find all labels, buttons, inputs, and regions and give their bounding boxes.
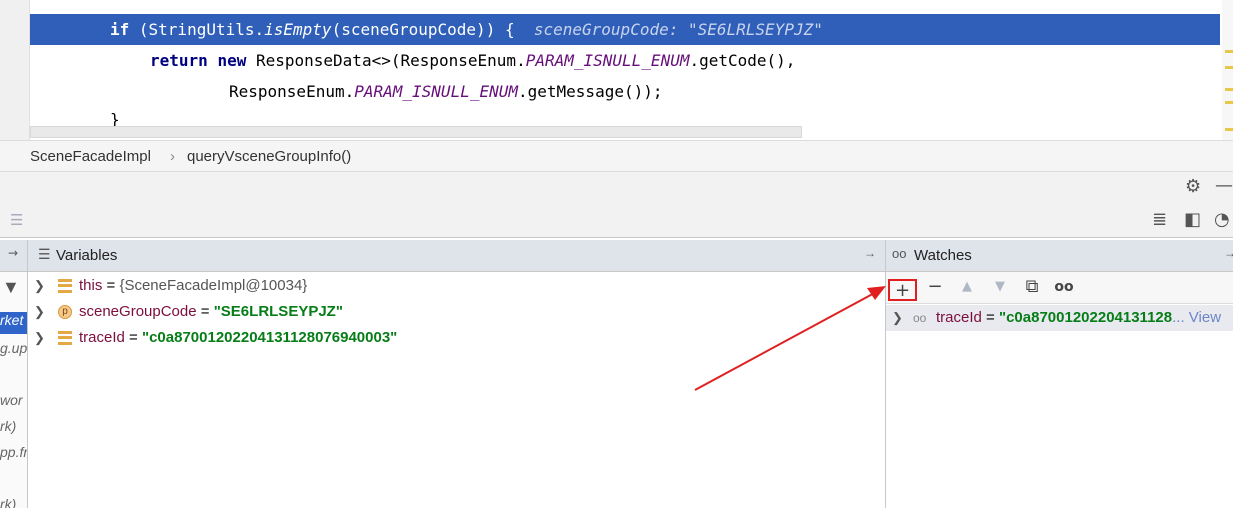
add-watch-button[interactable]: + (888, 279, 917, 301)
ide-window: if (StringUtils.isEmpty(sceneGroupCode))… (0, 0, 1233, 508)
field-icon (58, 331, 72, 345)
gear-icon[interactable]: ⚙ (1185, 177, 1201, 197)
watches-header: oo Watches → (886, 240, 1233, 272)
variables-icon: ☰ (38, 246, 51, 262)
variables-tree: ❯ this = {SceneFacadeImpl@10034} ❯ p sce… (28, 272, 885, 508)
variable-row[interactable]: ❯ traceId = "c0a870012022041311280769400… (28, 325, 885, 351)
frames-list-icon[interactable]: ≣ (1152, 210, 1167, 230)
glasses-icon: oo (913, 311, 927, 325)
pin-icon[interactable]: → (8, 246, 18, 260)
marker[interactable] (1225, 50, 1233, 53)
remove-watch-button[interactable]: − (923, 277, 947, 299)
inline-value-hint: sceneGroupCode: "SE6LRLSEYPJZ" (533, 20, 823, 39)
variable-row[interactable]: ❯ this = {SceneFacadeImpl@10034} (28, 273, 885, 299)
pin-icon[interactable]: → (1224, 246, 1233, 260)
watches-title: Watches (914, 247, 972, 264)
copy-icon[interactable]: ⧉ (1020, 277, 1044, 299)
code-editor[interactable]: if (StringUtils.isEmpty(sceneGroupCode))… (0, 0, 1233, 140)
variable-row[interactable]: ❯ p sceneGroupCode = "SE6LRLSEYPJZ" (28, 299, 885, 325)
frame-item[interactable]: rk) (0, 418, 16, 434)
variables-title: Variables (56, 247, 118, 264)
code-line-if[interactable]: if (StringUtils.isEmpty(sceneGroupCode))… (30, 14, 1220, 45)
breadcrumb-separator: › (170, 148, 175, 165)
expand-chevron-icon[interactable]: ❯ (34, 325, 45, 351)
watches-tree: ❯ oo traceId = "c0a87001202204131128... … (886, 304, 1233, 508)
keyword-if: if (110, 20, 130, 39)
expand-chevron-icon[interactable]: ❯ (892, 305, 903, 331)
parameter-icon: p (58, 305, 72, 319)
filter-icon[interactable]: ▼ (0, 277, 20, 298)
frames-header: → (0, 240, 27, 272)
code-line-message[interactable]: ResponseEnum.PARAM_ISNULL_ENUM.getMessag… (30, 76, 1220, 107)
move-down-button[interactable]: ▼ (988, 277, 1012, 299)
gauge-icon[interactable]: ◔ (1214, 210, 1230, 230)
frames-panel: → ▼ rket g.up wor rk) pp.fr rk) (0, 240, 28, 508)
frame-item-selected[interactable]: rket (0, 312, 27, 334)
error-stripe[interactable] (1222, 0, 1233, 140)
glasses-icon[interactable]: oo (1052, 277, 1076, 299)
watches-toolbar: + − ▲ ▼ ⧉ oo (886, 272, 1233, 304)
editor-gutter[interactable] (0, 0, 30, 140)
threads-icon[interactable]: ◧ (1184, 210, 1201, 230)
layout-icon[interactable]: ☰ (10, 210, 23, 230)
breadcrumb-class[interactable]: SceneFacadeImpl (30, 148, 151, 165)
debug-header: ⚙ — (0, 172, 1233, 202)
glasses-icon: oo (892, 246, 907, 261)
pin-icon[interactable]: → (864, 246, 876, 260)
watch-row[interactable]: ❯ oo traceId = "c0a87001202204131128... … (886, 305, 1233, 331)
frame-item[interactable]: g.up (0, 340, 27, 356)
marker[interactable] (1225, 101, 1233, 104)
field-icon (58, 279, 72, 293)
variables-header: ☰ Variables → (28, 240, 885, 272)
frame-item[interactable]: pp.fr (0, 444, 27, 460)
debug-toolbar: ☰ ≣ ◧ ◔ (0, 202, 1233, 238)
marker[interactable] (1225, 128, 1233, 131)
view-link[interactable]: ... View (1172, 309, 1221, 326)
code-line-return[interactable]: return new ResponseData<>(ResponseEnum.P… (30, 45, 1220, 76)
frame-item[interactable]: rk) (0, 496, 16, 508)
minimize-icon[interactable]: — (1215, 176, 1233, 196)
breadcrumb-method[interactable]: queryVsceneGroupInfo() (187, 148, 351, 165)
marker[interactable] (1225, 66, 1233, 69)
breadcrumb: SceneFacadeImpl › queryVsceneGroupInfo() (0, 140, 1233, 172)
move-up-button[interactable]: ▲ (955, 277, 979, 299)
frame-item[interactable]: wor (0, 392, 23, 408)
expand-chevron-icon[interactable]: ❯ (34, 299, 45, 325)
expand-chevron-icon[interactable]: ❯ (34, 273, 45, 299)
horizontal-scrollbar[interactable] (30, 126, 802, 138)
marker[interactable] (1225, 88, 1233, 91)
